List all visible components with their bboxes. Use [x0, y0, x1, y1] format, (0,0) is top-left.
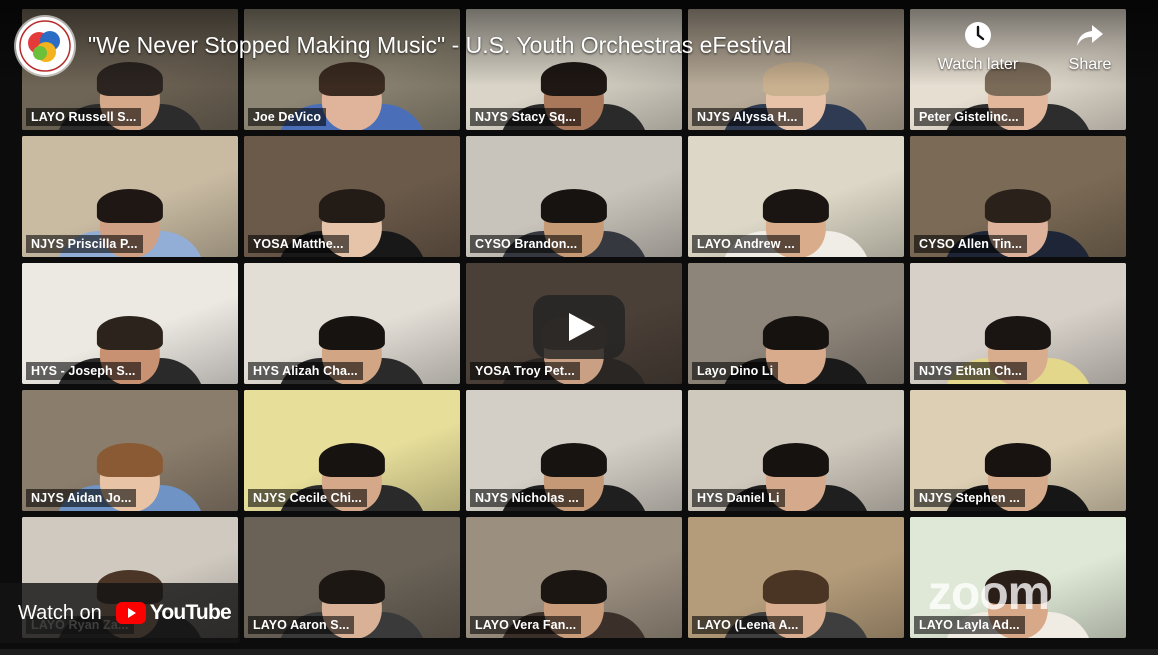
participant-tile: LAYO Vera Fan...: [466, 517, 682, 638]
zoom-watermark: zoom: [928, 567, 1050, 620]
participant-name-label: NJYS Alyssa H...: [692, 108, 803, 126]
channel-logo[interactable]: [16, 17, 74, 75]
participant-tile: HYS - Joseph S...: [22, 263, 238, 384]
participant-tile: HYS Alizah Cha...: [244, 263, 460, 384]
participant-name-label: LAYO (Leena A...: [692, 616, 804, 634]
participant-tile: NJYS Stacy Sq...: [466, 9, 682, 130]
participant-tile: NJYS Stephen ...: [910, 390, 1126, 511]
participant-name-label: YOSA Matthe...: [248, 235, 349, 253]
participant-name-label: LAYO Andrew ...: [692, 235, 800, 253]
watch-on-label: Watch on: [18, 601, 102, 624]
participant-name-label: HYS - Joseph S...: [26, 362, 141, 380]
participant-tile: NJYS Cecile Chi...: [244, 390, 460, 511]
participant-name-label: NJYS Cecile Chi...: [248, 489, 367, 507]
play-button[interactable]: [533, 295, 625, 359]
participant-tile: LAYO Andrew ...: [688, 136, 904, 257]
share-label: Share: [1068, 56, 1112, 73]
participant-tile: LAYO (Leena A...: [688, 517, 904, 638]
participant-tile: YOSA Matthe...: [244, 136, 460, 257]
participant-name-label: NJYS Aidan Jo...: [26, 489, 137, 507]
watch-later-label: Watch later: [937, 56, 1019, 73]
participant-name-label: NJYS Ethan Ch...: [914, 362, 1028, 380]
participant-name-label: NJYS Stephen ...: [914, 489, 1025, 507]
participant-name-label: CYSO Allen Tin...: [914, 235, 1028, 253]
play-icon: [569, 313, 595, 341]
participant-tile: NJYS Ethan Ch...: [910, 263, 1126, 384]
participant-name-label: Layo Dino Li: [692, 362, 779, 380]
participant-name-label: LAYO Aaron S...: [248, 616, 355, 634]
participant-tile: NJYS Priscilla P...: [22, 136, 238, 257]
participant-name-label: HYS Daniel Li: [692, 489, 785, 507]
participant-name-label: LAYO Russell S...: [26, 108, 142, 126]
bottom-edge: [0, 649, 1158, 655]
participant-name-label: Peter Gistelinc...: [914, 108, 1024, 126]
participant-name-label: LAYO Vera Fan...: [470, 616, 582, 634]
participant-tile: NJYS Nicholas ...: [466, 390, 682, 511]
participant-tile: CYSO Brandon...: [466, 136, 682, 257]
watch-on-youtube-button[interactable]: Watch on YouTube: [0, 583, 240, 643]
watch-later-button[interactable]: Watch later: [933, 20, 1023, 74]
participant-name-label: NJYS Stacy Sq...: [470, 108, 581, 126]
participant-tile: CYSO Allen Tin...: [910, 136, 1126, 257]
clock-icon: [965, 22, 991, 48]
participant-name-label: NJYS Nicholas ...: [470, 489, 584, 507]
participant-name-label: YOSA Troy Pet...: [470, 362, 580, 380]
youtube-logo: YouTube: [115, 601, 232, 625]
participant-name-label: CYSO Brandon...: [470, 235, 583, 253]
share-button[interactable]: Share: [1045, 20, 1135, 74]
participant-name-label: Joe DeVico: [248, 108, 327, 126]
participant-tile: LAYO Aaron S...: [244, 517, 460, 638]
youtube-play-icon: [115, 602, 146, 624]
share-arrow-icon: [1077, 25, 1103, 46]
participant-tile: NJYS Alyssa H...: [688, 9, 904, 130]
participant-tile: Layo Dino Li: [688, 263, 904, 384]
video-title[interactable]: "We Never Stopped Making Music" - U.S. Y…: [88, 32, 792, 59]
participant-tile: NJYS Aidan Jo...: [22, 390, 238, 511]
youtube-wordmark: YouTube: [149, 601, 232, 624]
participant-name-label: HYS Alizah Cha...: [248, 362, 363, 380]
participant-tile: Joe DeVico: [244, 9, 460, 130]
participant-name-label: NJYS Priscilla P...: [26, 235, 143, 253]
participant-tile: HYS Daniel Li: [688, 390, 904, 511]
